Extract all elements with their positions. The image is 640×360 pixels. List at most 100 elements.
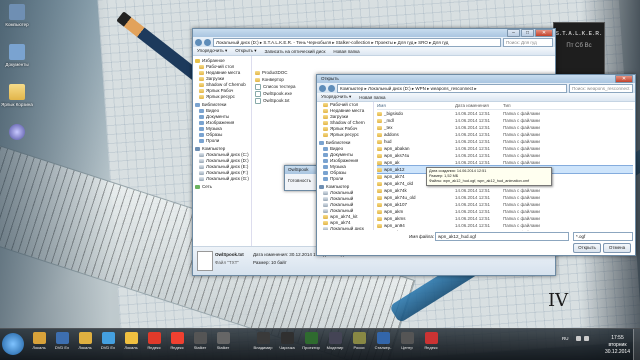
organize-button[interactable]: Упорядочить ▾ — [197, 48, 227, 54]
taskbar-item[interactable]: DVD Ex — [97, 332, 119, 356]
lib-icon — [199, 139, 204, 143]
desktop-icon-app[interactable] — [0, 124, 34, 142]
dialog-nav-item[interactable]: Локальный диск — [317, 226, 373, 230]
file-row[interactable]: hud 14.06.2014 12:51 Папка с файлами — [377, 138, 633, 145]
search-input[interactable]: Поиск: Для гуд — [503, 37, 553, 47]
taskbar-item-label: Яндекс — [424, 345, 438, 350]
dialog-titlebar[interactable]: Открыть ✕ — [317, 75, 635, 83]
dialog-nav-item[interactable]: Ярлык ресурс — [317, 132, 373, 138]
file-row[interactable]: wpn_abakan 14.06.2014 12:51 Папка с файлам… — [377, 145, 633, 152]
file-row[interactable]: wpn_ak74 14.06.2014 12:51Папка с файлами — [377, 229, 633, 231]
taskbar-item[interactable]: Сталкер- — [372, 332, 394, 356]
app-icon — [193, 332, 207, 344]
back-icon[interactable] — [195, 38, 202, 46]
file-row[interactable]: _tex 14.06.2014 12:51 Папка с файлами — [377, 124, 633, 131]
file-row[interactable]: wpn_akms 14.06.2014 12:51 Папка с файлами — [377, 215, 633, 222]
file-row[interactable]: wpn_akm 14.06.2014 12:51 Папка с файлами — [377, 208, 633, 215]
close-button[interactable]: ✕ — [535, 29, 553, 37]
file-date: 14.06.2014 12:51 — [455, 223, 491, 228]
nav-item[interactable]: Сеть — [193, 184, 251, 190]
dialog-address-path[interactable]: Компьютер ▸ Локальный диск (D:) ▸ WPN ▸ … — [337, 83, 567, 93]
file-row[interactable]: wpn_ak74k 14.06.2014 12:51 Папка с файлами — [377, 187, 633, 194]
file-name: wpn_ak — [384, 160, 400, 165]
dialog-close-button[interactable]: ✕ — [615, 75, 633, 83]
maximize-button[interactable]: □ — [521, 29, 534, 37]
nav-item[interactable]: Ярлык ресурс — [193, 94, 251, 100]
file-row[interactable]: wpn_ak107 14.06.2014 12:51 Папка с файлами — [377, 201, 633, 208]
open-button[interactable]: Открыть ▾ — [235, 48, 256, 54]
file-row[interactable]: _mdl 14.06.2014 12:51 Папка с файлами — [377, 117, 633, 124]
taskbar-item[interactable]: Локаль — [74, 332, 96, 356]
app-icon — [170, 332, 184, 344]
clock-day: вторник — [608, 342, 627, 348]
taskbar-item[interactable]: Владимир — [252, 332, 274, 356]
dialog-new-folder-button[interactable]: Новая папка — [359, 95, 385, 100]
dialog-search-input[interactable]: Поиск: weapons_resconnect — [569, 83, 633, 93]
file-row[interactable]: wpn_an94 14.06.2014 12:51 Папка с файлами — [377, 222, 633, 229]
taskbar-item[interactable]: Яндекс — [420, 332, 442, 356]
taskbar-item[interactable]: Моделир — [324, 332, 346, 356]
file-name: wpn_abakan — [384, 146, 410, 151]
dialog-nav-item[interactable]: Проли — [317, 176, 373, 182]
explorer-titlebar[interactable]: – □ ✕ — [193, 29, 555, 37]
language-indicator[interactable]: RU — [562, 336, 569, 341]
desktop-icon-documents[interactable]: Документы — [0, 44, 34, 67]
file-row[interactable]: wpn_aks74u 14.06.2014 12:51 Папка с файлам… — [377, 152, 633, 159]
computer-icon — [9, 4, 25, 20]
file-name: wpn_ak12 — [384, 167, 405, 172]
taskbar-item-label: Проектир — [302, 345, 320, 350]
taskbar-item[interactable]: Stalker — [189, 332, 211, 356]
folder-icon — [199, 71, 204, 75]
taskbar-item[interactable]: Центр — [396, 332, 418, 356]
new-folder-button[interactable]: Новая папка — [333, 49, 359, 54]
col-name[interactable]: Имя — [377, 103, 455, 109]
file-row[interactable]: wpn_ak74u_old 14.06.2014 12:51 Папка с фай… — [377, 194, 633, 201]
address-path[interactable]: Локальный диск (D:) ▸ S.T.A.L.K.E.R. - Т… — [213, 37, 501, 47]
col-date[interactable]: Дата изменения — [455, 103, 503, 109]
desktop-icon-computer[interactable]: Компьютер — [0, 4, 34, 27]
file-row[interactable]: addons 14.06.2014 12:51 Папка с файлами — [377, 131, 633, 138]
taskbar-item[interactable]: Росси — [348, 332, 370, 356]
dialog-organize-button[interactable]: Упорядочить ▾ — [321, 94, 351, 100]
col-type[interactable]: Тип — [503, 103, 553, 109]
file-name: wpn_ak74 — [384, 174, 405, 179]
nav-item-label: Проли — [206, 138, 220, 143]
forward-icon[interactable] — [204, 38, 211, 46]
network-icon[interactable] — [576, 336, 581, 341]
taskbar-item[interactable]: Яндекс — [143, 332, 165, 356]
nav-item[interactable]: Локальный диск (G:) — [193, 176, 251, 182]
show-desktop-button[interactable] — [633, 329, 640, 360]
taskbar-item[interactable]: Проектир — [300, 332, 322, 356]
taskbar-item[interactable]: DVD Ex — [51, 332, 73, 356]
file-icon — [255, 83, 261, 90]
back-icon[interactable] — [319, 84, 326, 92]
cancel-button[interactable]: Отмена — [603, 243, 631, 253]
taskbar-item[interactable]: Локаль — [120, 332, 142, 356]
file-item-label: ProductDOC — [262, 70, 288, 75]
taskbar-item-label: Владимир — [253, 345, 273, 350]
file-type: Папка с файлами — [503, 195, 540, 200]
forward-icon[interactable] — [328, 84, 335, 92]
taskbar-item-label: Яндекс — [170, 345, 184, 350]
clock[interactable]: 17:55 вторник 30.12.2014 — [605, 335, 630, 356]
desktop-icon-recycle[interactable]: Ярлык Корзина — [0, 84, 34, 107]
open-button[interactable]: Открыть — [573, 243, 601, 253]
file-type: Папка с файлами — [503, 209, 540, 214]
open-dialog[interactable]: Открыть ✕ Компьютер ▸ Локальный диск (D:… — [316, 74, 636, 256]
gadget-days: Пт Сб Вс — [566, 43, 592, 49]
taskbar-item[interactable]: Чарочка — [276, 332, 298, 356]
file-name: _bigsisdo — [384, 111, 404, 116]
taskbar-item[interactable]: Локаль — [28, 332, 50, 356]
volume-icon[interactable] — [584, 336, 589, 341]
filename-input[interactable]: wpn_ak12_hud.ogf — [435, 232, 569, 241]
taskbar-item[interactable]: Stalker — [212, 332, 234, 356]
file-row[interactable]: _bigsisdo 14.06.2014 12:51 Папка с файлами — [377, 110, 633, 117]
taskbar-item[interactable]: Яндекс — [166, 332, 188, 356]
burn-button[interactable]: Записать на оптический диск — [264, 49, 325, 54]
file-row[interactable]: wpn_ak 14.06.2014 12:51 Папка с файлами — [377, 159, 633, 166]
nav-item-label: Ярлык ресурс — [330, 132, 359, 137]
nav-item[interactable]: Проли — [193, 138, 251, 144]
filetype-select[interactable]: *.ogf — [573, 232, 633, 241]
start-button[interactable] — [2, 333, 24, 355]
minimize-button[interactable]: – — [507, 29, 520, 37]
